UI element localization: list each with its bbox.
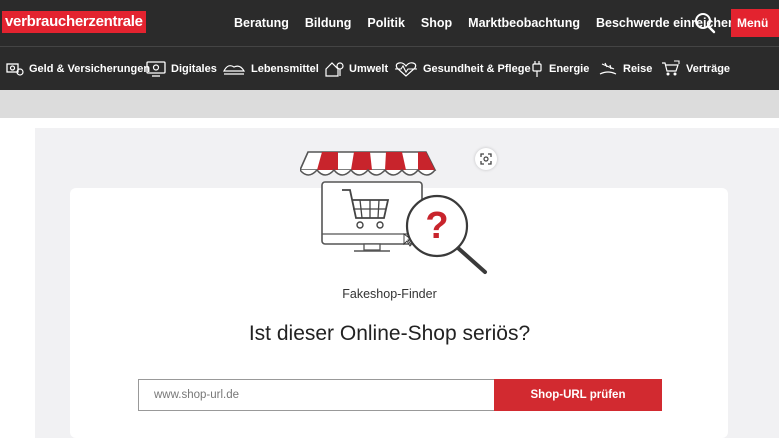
category-reise[interactable]: Reise bbox=[598, 47, 652, 91]
food-icon bbox=[223, 65, 246, 75]
breadcrumb-strip bbox=[0, 90, 779, 118]
category-label: Digitales bbox=[171, 63, 217, 75]
category-label: Reise bbox=[623, 63, 653, 75]
plug-icon bbox=[532, 61, 542, 77]
check-shop-url-button[interactable]: Shop-URL prüfen bbox=[494, 379, 662, 411]
heart-pulse-icon bbox=[395, 62, 417, 77]
nav-item-politik[interactable]: Politik bbox=[367, 16, 405, 30]
svg-text:?: ? bbox=[425, 205, 448, 247]
category-digitales[interactable]: Digitales bbox=[146, 47, 217, 91]
category-gesundheit[interactable]: Gesundheit & Pflege bbox=[394, 47, 531, 91]
category-label: Geld & Versicherungen bbox=[29, 63, 151, 75]
category-geld[interactable]: Geld & Versicherungen bbox=[6, 47, 150, 91]
scan-icon[interactable] bbox=[475, 148, 497, 170]
fakeshop-illustration: ? bbox=[300, 151, 487, 274]
category-energie[interactable]: Energie bbox=[530, 47, 589, 91]
nav-item-shop[interactable]: Shop bbox=[421, 16, 452, 30]
top-bar: verbraucherzentrale Beratung Bildung Pol… bbox=[0, 0, 779, 46]
category-bar: Geld & Versicherungen Digitales Lebensmi… bbox=[0, 46, 779, 90]
monitor-icon bbox=[146, 61, 166, 77]
shop-url-input[interactable] bbox=[138, 379, 495, 411]
logo[interactable]: verbraucherzentrale bbox=[2, 11, 146, 33]
nav-item-beratung[interactable]: Beratung bbox=[234, 16, 289, 30]
category-label: Gesundheit & Pflege bbox=[423, 63, 531, 75]
nav-item-marktbeobachtung[interactable]: Marktbeobachtung bbox=[468, 16, 580, 30]
finder-eyebrow: Fakeshop-Finder bbox=[342, 287, 437, 301]
money-icon bbox=[6, 63, 24, 76]
house-tree-icon bbox=[325, 62, 344, 77]
main-nav: Beratung Bildung Politik Shop Marktbeoba… bbox=[234, 0, 752, 46]
category-lebensmittel[interactable]: Lebensmittel bbox=[222, 47, 319, 91]
category-label: Verträge bbox=[686, 63, 731, 75]
category-label: Energie bbox=[549, 63, 590, 75]
travel-icon bbox=[599, 62, 617, 75]
search-icon[interactable] bbox=[694, 12, 716, 34]
category-label: Umwelt bbox=[349, 63, 389, 75]
page-title: Ist dieser Online-Shop seriös? bbox=[248, 322, 531, 345]
menu-button[interactable]: Menü bbox=[731, 9, 779, 37]
category-vertraege[interactable]: Verträge bbox=[661, 47, 730, 91]
cart-contract-icon bbox=[662, 60, 680, 76]
category-umwelt[interactable]: Umwelt bbox=[324, 47, 388, 91]
nav-item-bildung[interactable]: Bildung bbox=[305, 16, 352, 30]
category-label: Lebensmittel bbox=[251, 63, 319, 75]
